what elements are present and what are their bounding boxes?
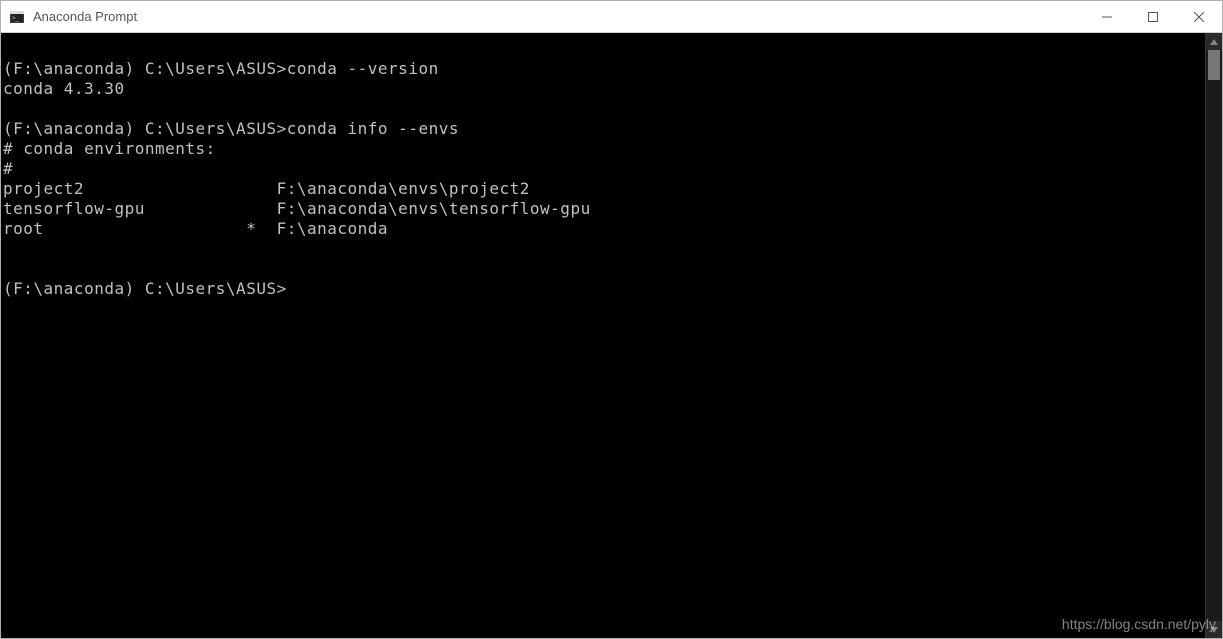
scroll-down-arrow[interactable] — [1206, 621, 1222, 638]
window-title: Anaconda Prompt — [33, 9, 1084, 24]
terminal-line: # conda environments: — [3, 139, 1205, 159]
terminal-icon: >_ — [9, 9, 25, 25]
vertical-scrollbar[interactable] — [1205, 33, 1222, 638]
svg-text:>_: >_ — [12, 16, 20, 22]
terminal-line: root * F:\anaconda — [3, 219, 1205, 239]
terminal-line: tensorflow-gpu F:\anaconda\envs\tensorfl… — [3, 199, 1205, 219]
scroll-up-arrow[interactable] — [1206, 33, 1222, 50]
terminal-line — [3, 39, 1205, 59]
terminal-line: (F:\anaconda) C:\Users\ASUS>conda --vers… — [3, 59, 1205, 79]
terminal-line: conda 4.3.30 — [3, 79, 1205, 99]
terminal-line: project2 F:\anaconda\envs\project2 — [3, 179, 1205, 199]
terminal-output[interactable]: (F:\anaconda) C:\Users\ASUS>conda --vers… — [1, 33, 1205, 638]
terminal-line — [3, 259, 1205, 279]
window-controls — [1084, 1, 1222, 32]
terminal-line: # — [3, 159, 1205, 179]
window-titlebar[interactable]: >_ Anaconda Prompt — [1, 1, 1222, 33]
anaconda-prompt-window: >_ Anaconda Prompt (F:\anaconda) C:\User… — [0, 0, 1223, 639]
maximize-button[interactable] — [1130, 1, 1176, 32]
minimize-button[interactable] — [1084, 1, 1130, 32]
terminal-area[interactable]: (F:\anaconda) C:\Users\ASUS>conda --vers… — [1, 33, 1222, 638]
scroll-thumb[interactable] — [1208, 50, 1220, 80]
terminal-line: (F:\anaconda) C:\Users\ASUS> — [3, 279, 1205, 299]
terminal-line — [3, 99, 1205, 119]
terminal-line: (F:\anaconda) C:\Users\ASUS>conda info -… — [3, 119, 1205, 139]
terminal-line — [3, 239, 1205, 259]
close-button[interactable] — [1176, 1, 1222, 32]
